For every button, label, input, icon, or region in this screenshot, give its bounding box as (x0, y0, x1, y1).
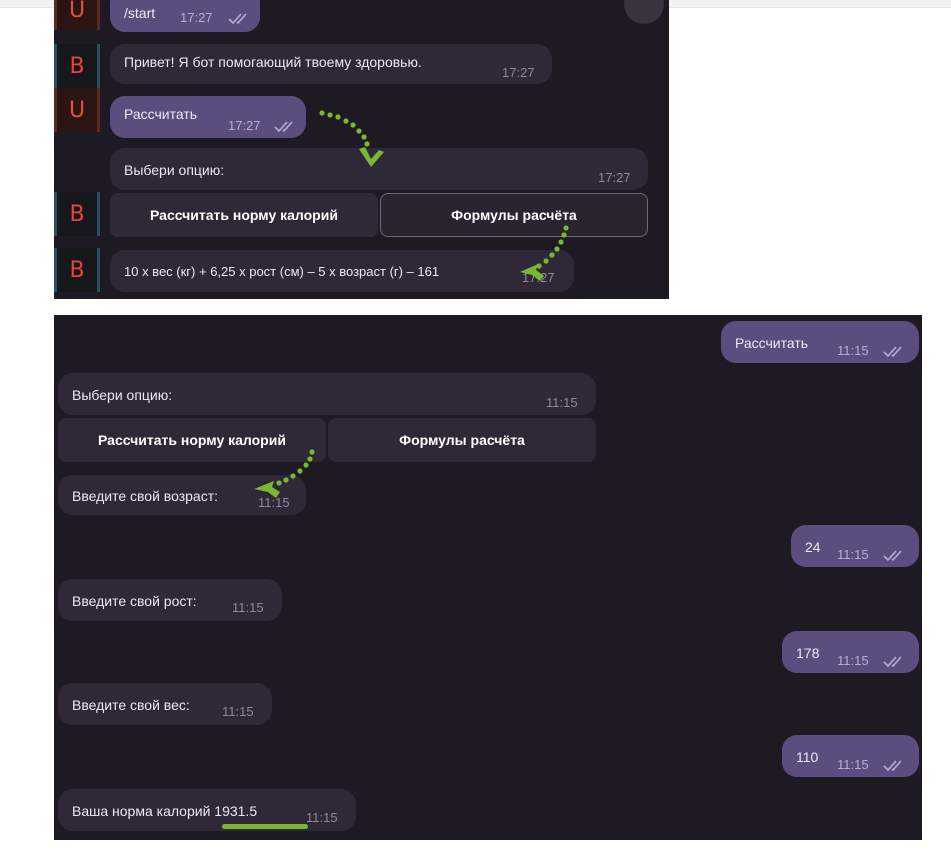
message-text: Введите свой вес: (72, 697, 190, 713)
message-time: 17:27 (502, 65, 535, 80)
bot-avatar[interactable]: B (54, 44, 100, 88)
message-time: 17:27 (522, 270, 555, 285)
message-weight-answer[interactable]: 110 11:15 (782, 735, 919, 777)
double-check-icon (228, 13, 247, 25)
message-text: Привет! Я бот помогающий твоему здоровью… (124, 54, 422, 70)
message-time: 11:15 (837, 343, 869, 358)
message-text: Введите свой возраст: (72, 488, 218, 504)
scan-icon[interactable] (624, 0, 664, 24)
message-text: Выбери опцию: (72, 387, 173, 403)
message-text: 10 х вес (кг) + 6,25 x рост (см) – 5 х в… (124, 264, 440, 279)
message-age-answer[interactable]: 24 11:15 (791, 525, 919, 567)
double-check-icon (883, 550, 902, 562)
message-choose-option[interactable]: Выбери опцию: 17:27 (110, 148, 648, 190)
message-time: 11:15 (837, 757, 869, 772)
message-time: 17:27 (180, 10, 213, 25)
message-time: 11:15 (837, 547, 869, 562)
formulas-button[interactable]: Формулы расчёта (328, 418, 596, 462)
bot-avatar[interactable]: B (54, 192, 100, 236)
message-time: 17:27 (228, 118, 261, 133)
message-text: 178 (796, 645, 820, 661)
message-result[interactable]: Ваша норма калорий 1931.5 11:15 (58, 789, 356, 831)
message-time: 11:15 (232, 600, 264, 615)
formulas-button[interactable]: Формулы расчёта (380, 193, 648, 237)
message-time: 11:15 (837, 653, 869, 668)
double-check-icon (883, 760, 902, 772)
message-calc-request[interactable]: Рассчитать 17:27 (110, 96, 306, 138)
message-calc-request[interactable]: Рассчитать 11:15 (721, 321, 919, 363)
message-time: 11:15 (306, 810, 338, 825)
message-ask-age[interactable]: Введите свой возраст: 11:15 (58, 475, 306, 515)
user-avatar[interactable]: U (54, 88, 100, 132)
message-start[interactable]: /start 17:27 (110, 0, 260, 32)
message-ask-weight[interactable]: Введите свой вес: 11:15 (58, 683, 272, 725)
message-text: Ваша норма калорий 1931.5 (72, 803, 258, 819)
message-time: 17:27 (598, 170, 631, 185)
message-text: Рассчитать (735, 335, 809, 351)
message-text: Введите свой рост: (72, 593, 197, 609)
user-avatar[interactable]: U (54, 0, 100, 30)
message-text: Выбери опцию: (124, 162, 225, 178)
message-time: 11:15 (258, 495, 290, 510)
calories-norm-button[interactable]: Рассчитать норму калорий (110, 193, 378, 237)
calories-norm-button[interactable]: Рассчитать норму калорий (58, 418, 326, 462)
chat-screenshot-bottom: Рассчитать 11:15 Выбери опцию: 11:15 Рас… (54, 315, 922, 840)
chat-screenshot-top: U /start 17:27 B Привет! Я бот помогающи… (54, 0, 669, 299)
double-check-icon (274, 121, 293, 133)
double-check-icon (883, 656, 902, 668)
message-text: 110 (796, 749, 819, 765)
double-check-icon (883, 346, 902, 358)
message-ask-height[interactable]: Введите свой рост: 11:15 (58, 579, 282, 621)
message-text: 24 (805, 539, 821, 555)
message-choose-option[interactable]: Выбери опцию: 11:15 (58, 373, 596, 415)
bot-avatar[interactable]: B (54, 248, 100, 292)
message-formula[interactable]: 10 х вес (кг) + 6,25 x рост (см) – 5 х в… (110, 250, 574, 292)
message-greeting[interactable]: Привет! Я бот помогающий твоему здоровью… (110, 44, 552, 84)
message-text: Рассчитать (124, 106, 198, 122)
message-time: 11:15 (546, 395, 578, 410)
message-height-answer[interactable]: 178 11:15 (782, 631, 919, 673)
message-text: /start (124, 5, 156, 21)
message-time: 11:15 (222, 704, 254, 719)
